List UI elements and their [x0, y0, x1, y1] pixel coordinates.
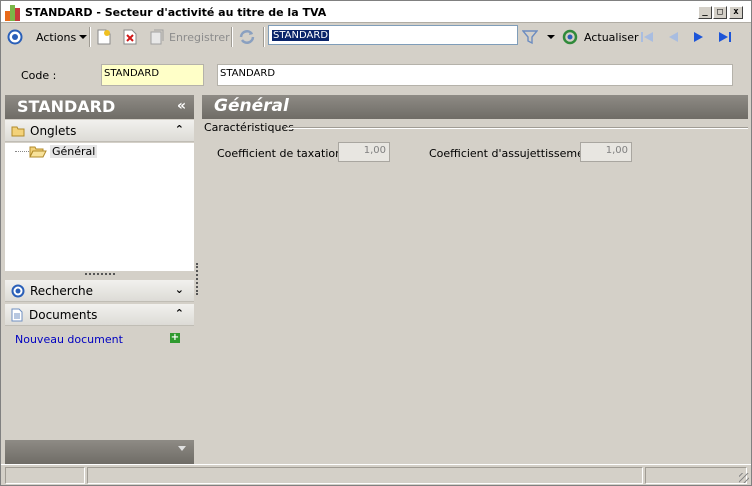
refresh-icon: [562, 29, 578, 45]
toolbar: Actions Enregistrer STANDARD Actualiser: [1, 24, 751, 50]
document-icon: [11, 308, 23, 321]
status-bar: [1, 464, 751, 485]
collapse-section-icon[interactable]: ⌃: [175, 123, 184, 136]
toolbar-separator: [263, 27, 265, 47]
filter-dropdown-icon[interactable]: [547, 28, 555, 46]
description-field[interactable]: STANDARD: [217, 64, 733, 86]
taxation-coefficient-field[interactable]: 1,00: [338, 142, 390, 162]
status-panel: [645, 467, 747, 484]
tree-connector: [15, 151, 29, 152]
dropdown-arrow-icon: [79, 35, 88, 39]
liability-coefficient-field[interactable]: 1,00: [580, 142, 632, 162]
refresh-label: Actualiser: [584, 30, 639, 44]
save-button[interactable]: Enregistrer: [150, 28, 230, 46]
actions-label: Actions: [36, 30, 77, 44]
delete-icon[interactable]: [123, 28, 137, 46]
application-window: STANDARD - Secteur d'activité au titre d…: [0, 0, 752, 486]
title-bar[interactable]: STANDARD - Secteur d'activité au titre d…: [1, 1, 751, 23]
status-panel: [87, 467, 643, 484]
status-panel: [5, 467, 85, 484]
folder-icon: [11, 126, 25, 136]
new-document-link[interactable]: Nouveau document: [15, 333, 123, 346]
nav-circle-icon[interactable]: [7, 28, 23, 46]
section-recherche[interactable]: Recherche ⌄: [5, 280, 194, 302]
toolbar-separator: [89, 27, 91, 47]
open-folder-icon: [29, 146, 47, 157]
save-label: Enregistrer: [169, 30, 230, 44]
new-document-icon[interactable]: [97, 28, 111, 46]
window-title: STANDARD - Secteur d'activité au titre d…: [25, 6, 327, 19]
code-label: Code :: [21, 69, 57, 82]
collapse-panel-icon[interactable]: «: [177, 98, 186, 114]
toolbar-separator: [231, 27, 233, 47]
group-divider: [286, 127, 748, 129]
maximize-button[interactable]: □: [713, 6, 727, 19]
side-panel-header: STANDARD «: [5, 95, 194, 119]
vertical-splitter[interactable]: [196, 263, 198, 295]
search-input[interactable]: STANDARD: [268, 25, 518, 45]
save-icon: [150, 29, 164, 45]
side-panel-title: STANDARD: [17, 97, 116, 116]
last-icon[interactable]: [717, 28, 733, 46]
liability-coefficient-label: Coefficient d'assujettissement :: [429, 147, 603, 160]
chevron-down-icon[interactable]: [178, 446, 186, 451]
main-title: Général: [202, 95, 748, 119]
refresh-button[interactable]: Actualiser: [562, 28, 639, 46]
previous-icon[interactable]: [665, 28, 681, 46]
tree-node-label: Général: [50, 144, 98, 158]
minimize-button[interactable]: _: [698, 6, 712, 19]
close-button[interactable]: x: [729, 6, 743, 19]
actions-menu[interactable]: Actions: [36, 28, 88, 46]
panel-splitter[interactable]: [85, 273, 115, 275]
section-onglets[interactable]: Onglets ⌃: [5, 120, 194, 142]
section-documents-label: Documents: [29, 307, 98, 322]
side-panel: STANDARD « Onglets ⌃ Général Recherche ⌄…: [5, 95, 194, 464]
expand-section-icon[interactable]: ⌄: [175, 283, 184, 296]
code-field[interactable]: STANDARD: [101, 64, 204, 86]
side-panel-footer: [5, 440, 194, 464]
tabs-tree: Général: [5, 143, 194, 271]
section-documents[interactable]: Documents ⌃: [5, 304, 194, 326]
first-icon[interactable]: [639, 28, 655, 46]
app-icon: [5, 5, 21, 21]
collapse-section-icon[interactable]: ⌃: [175, 307, 184, 320]
search-value: STANDARD: [272, 30, 330, 41]
next-icon[interactable]: [691, 28, 707, 46]
filter-icon[interactable]: [522, 28, 538, 46]
resize-grip[interactable]: [739, 473, 749, 483]
search-section-icon: [11, 284, 25, 297]
group-title: Caractéristiques: [204, 121, 294, 134]
tree-node-general[interactable]: Général: [29, 143, 98, 159]
taxation-coefficient-label: Coefficient de taxation :: [217, 147, 350, 160]
section-recherche-label: Recherche: [30, 283, 94, 298]
add-icon[interactable]: +: [170, 333, 180, 343]
section-onglets-label: Onglets: [30, 123, 77, 138]
sync-icon[interactable]: [238, 28, 256, 46]
